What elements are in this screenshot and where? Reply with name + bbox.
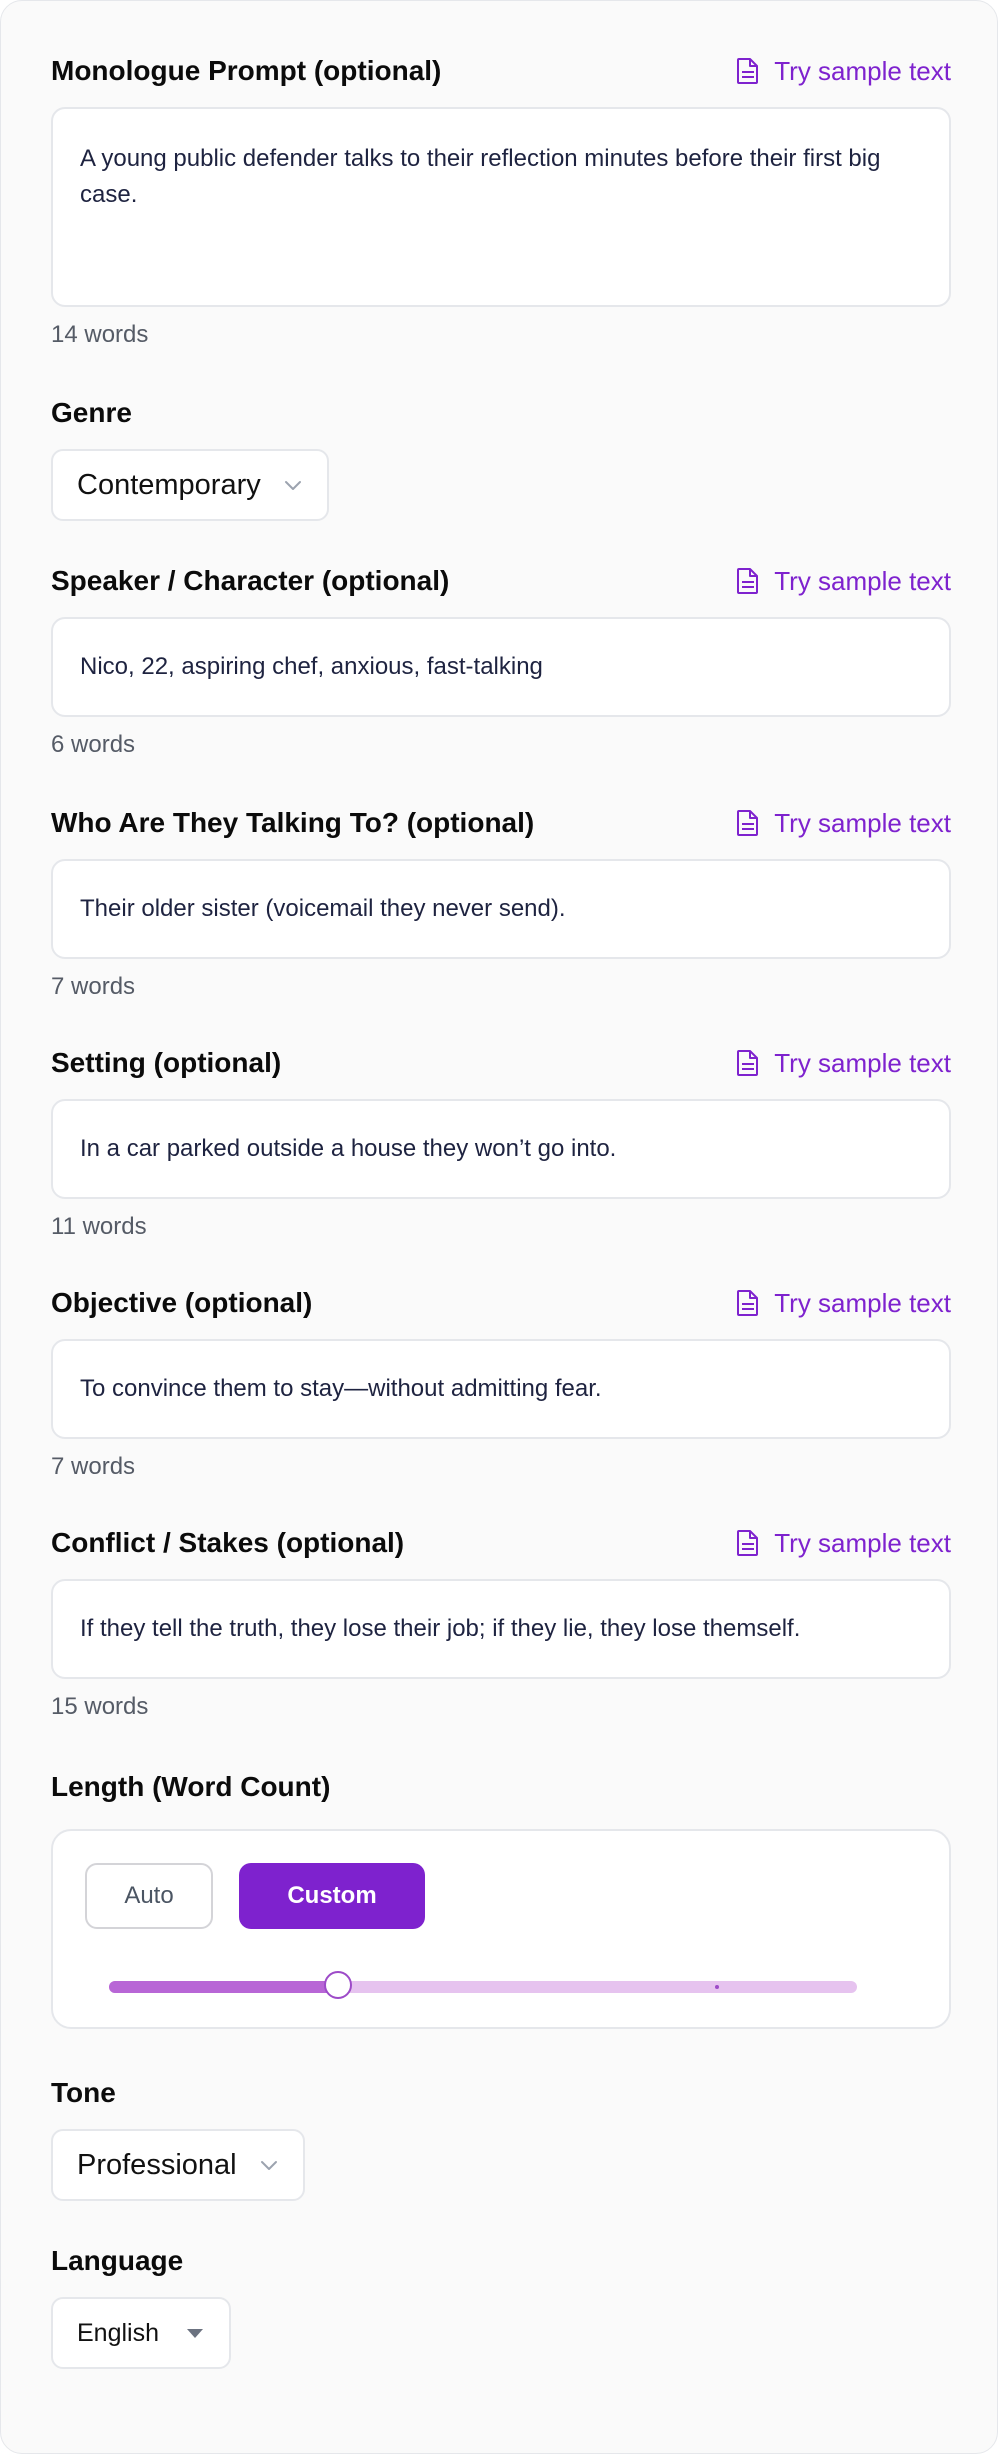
- document-icon: [737, 810, 759, 836]
- try-sample-label: Try sample text: [774, 1047, 951, 1078]
- conflict-word-count: 15 words: [51, 1693, 149, 1720]
- length-panel: Auto Custom: [51, 1829, 951, 2029]
- length-label: Length (Word Count): [51, 1771, 331, 1802]
- chevron-down-icon: [284, 481, 301, 490]
- prompt-try-sample-link[interactable]: Try sample text: [736, 56, 951, 87]
- conflict-try-sample-link[interactable]: Try sample text: [736, 1528, 951, 1559]
- prompt-word-count: 14 words: [51, 321, 149, 348]
- audience-word-count: 7 words: [51, 973, 136, 1000]
- tone-selected-value: Professional: [77, 2148, 237, 2181]
- prompt-section: Monologue Prompt (optional) Try sample t…: [51, 51, 951, 349]
- try-sample-label: Try sample text: [774, 807, 951, 838]
- setting-label: Setting (optional): [51, 1047, 282, 1078]
- setting-word-count: 11 words: [51, 1213, 147, 1240]
- language-section: Language English: [51, 2241, 951, 2369]
- monologue-form-card: Monologue Prompt (optional) Try sample t…: [0, 0, 998, 2454]
- chevron-down-icon: [260, 2161, 277, 2170]
- document-icon: [737, 568, 759, 594]
- audience-try-sample-link[interactable]: Try sample text: [736, 808, 951, 839]
- setting-section: Setting (optional) Try sample text In a …: [51, 1043, 951, 1241]
- length-section: Length (Word Count) Auto Custom: [51, 1767, 951, 2029]
- objective-input[interactable]: To convince them to stay—without admitti…: [51, 1339, 951, 1439]
- prompt-label: Monologue Prompt (optional): [51, 55, 442, 86]
- objective-value: To convince them to stay—without admitti…: [80, 1375, 602, 1402]
- document-icon: [737, 1290, 759, 1316]
- conflict-input[interactable]: If they tell the truth, they lose their …: [51, 1579, 951, 1679]
- speaker-value: Nico, 22, aspiring chef, anxious, fast-t…: [80, 653, 543, 680]
- objective-try-sample-link[interactable]: Try sample text: [736, 1288, 951, 1319]
- objective-word-count: 7 words: [51, 1453, 136, 1480]
- word-count-slider[interactable]: [109, 1971, 857, 1999]
- language-label: Language: [51, 2245, 184, 2276]
- audience-section: Who Are They Talking To? (optional) Try …: [51, 803, 951, 1001]
- try-sample-label: Try sample text: [774, 1287, 951, 1318]
- conflict-label: Conflict / Stakes (optional): [51, 1527, 405, 1558]
- prompt-textarea[interactable]: A young public defender talks to their r…: [51, 107, 951, 307]
- speaker-input[interactable]: Nico, 22, aspiring chef, anxious, fast-t…: [51, 617, 951, 717]
- genre-selected-value: Contemporary: [77, 468, 261, 501]
- document-icon: [737, 1050, 759, 1076]
- objective-section: Objective (optional) Try sample text To …: [51, 1283, 951, 1481]
- document-icon: [737, 58, 759, 84]
- conflict-value: If they tell the truth, they lose their …: [80, 1615, 801, 1642]
- audience-value: Their older sister (voicemail they never…: [80, 895, 566, 922]
- tone-select[interactable]: Professional: [51, 2129, 305, 2201]
- document-icon: [737, 1530, 759, 1556]
- slider-tick-mark: [715, 1985, 719, 1989]
- auto-length-button[interactable]: Auto: [85, 1863, 213, 1929]
- setting-value: In a car parked outside a house they won…: [80, 1135, 617, 1162]
- try-sample-label: Try sample text: [774, 55, 951, 86]
- genre-label: Genre: [51, 397, 132, 428]
- try-sample-label: Try sample text: [774, 565, 951, 596]
- language-selected-value: English: [77, 2318, 159, 2347]
- tone-label: Tone: [51, 2077, 116, 2108]
- genre-select[interactable]: Contemporary: [51, 449, 329, 521]
- prompt-value: A young public defender talks to their r…: [80, 145, 881, 208]
- speaker-label: Speaker / Character (optional): [51, 565, 450, 596]
- custom-length-button[interactable]: Custom: [239, 1863, 425, 1929]
- genre-section: Genre Contemporary: [51, 393, 951, 521]
- speaker-word-count: 6 words: [51, 731, 136, 758]
- try-sample-label: Try sample text: [774, 1527, 951, 1558]
- language-select[interactable]: English: [51, 2297, 231, 2369]
- setting-input[interactable]: In a car parked outside a house they won…: [51, 1099, 951, 1199]
- tone-section: Tone Professional: [51, 2073, 951, 2201]
- audience-input[interactable]: Their older sister (voicemail they never…: [51, 859, 951, 959]
- setting-try-sample-link[interactable]: Try sample text: [736, 1048, 951, 1079]
- speaker-section: Speaker / Character (optional) Try sampl…: [51, 561, 951, 759]
- conflict-section: Conflict / Stakes (optional) Try sample …: [51, 1523, 951, 1721]
- audience-label: Who Are They Talking To? (optional): [51, 807, 535, 838]
- speaker-try-sample-link[interactable]: Try sample text: [736, 566, 951, 597]
- objective-label: Objective (optional): [51, 1287, 313, 1318]
- slider-fill: [109, 1981, 338, 1993]
- caret-down-icon: [187, 2329, 203, 2338]
- slider-thumb[interactable]: [323, 1971, 352, 1999]
